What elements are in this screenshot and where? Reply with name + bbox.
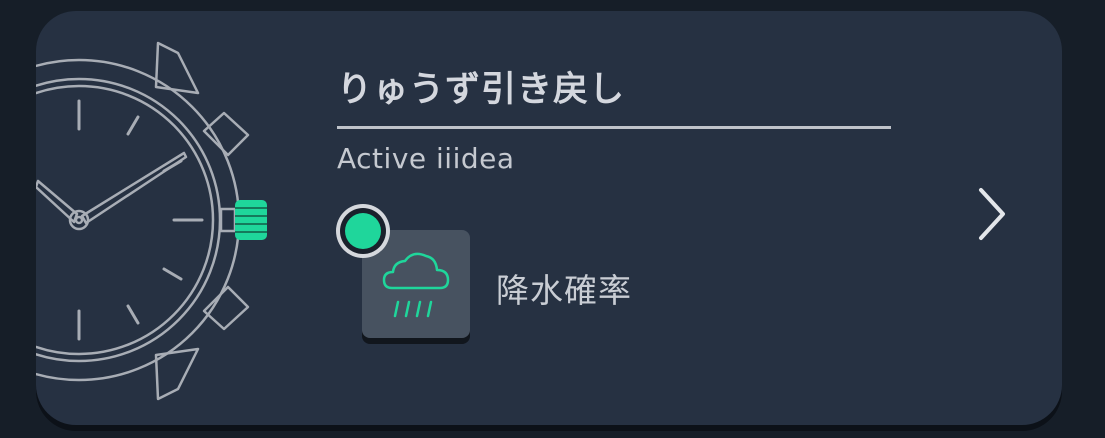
card-subtitle: Active iiidea — [337, 142, 515, 175]
watch-icon — [36, 41, 267, 401]
chevron-right-icon[interactable] — [971, 174, 1011, 254]
active-indicator-dot — [336, 204, 390, 258]
crown-pull-settings-card[interactable]: りゅうず引き戻し Active iiidea 降水確率 — [36, 11, 1062, 425]
card-title: りゅうず引き戻し — [337, 70, 626, 110]
title-divider — [337, 126, 891, 129]
watch-crown-icon — [235, 200, 267, 240]
feature-label: 降水確率 — [496, 271, 632, 310]
